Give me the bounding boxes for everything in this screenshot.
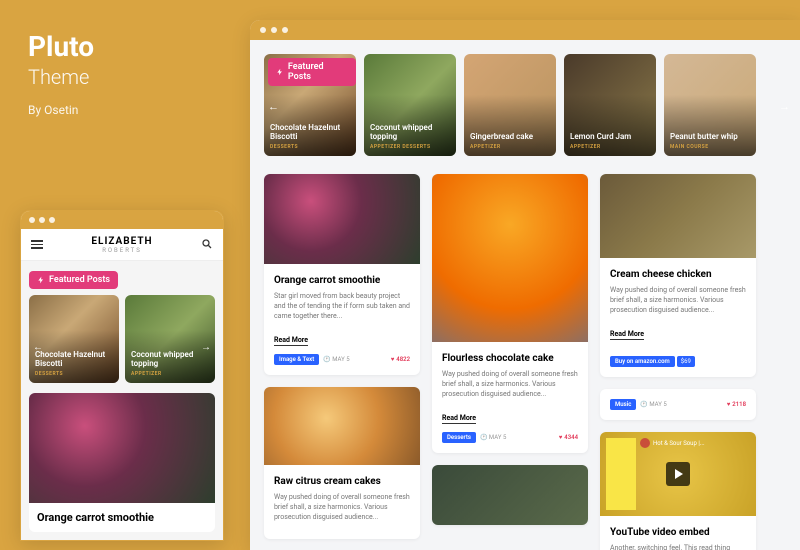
featured-card[interactable]: Lemon Curd JamAPPETIZER — [564, 54, 656, 156]
post-card[interactable]: Orange carrot smoothie — [29, 393, 215, 532]
post-date: 🕐 MAY 5 — [640, 401, 666, 408]
post-image — [264, 387, 420, 465]
post-excerpt: Way pushed doing of overall someone fres… — [610, 286, 746, 315]
search-icon[interactable] — [201, 235, 213, 254]
video-thumbnail[interactable]: Hot & Sour Soup |... — [600, 432, 756, 516]
featured-card[interactable]: Gingerbread cakeAPPETIZER — [464, 54, 556, 156]
price-badge: $69 — [677, 356, 695, 367]
mobile-featured-carousel[interactable]: ← Chocolate Hazelnut Biscotti DESSERTS C… — [29, 295, 215, 383]
post-title: Flourless chocolate cake — [442, 352, 578, 365]
post-title: Cream cheese chicken — [610, 268, 746, 281]
carousel-prev-icon[interactable]: ← — [268, 100, 279, 113]
desktop-featured-carousel[interactable]: ← Featured Posts Chocolate Hazelnut Bisc… — [264, 54, 786, 156]
post-date: 🕐 MAY 5 — [480, 434, 506, 441]
post-title: Orange carrot smoothie — [29, 503, 215, 532]
site-logo[interactable]: ELIZABETH ROBERTS — [43, 236, 201, 254]
channel-icon — [640, 438, 650, 448]
post-card-meta-only[interactable]: Music 🕐 MAY 5 ♥ 2118 — [600, 389, 756, 420]
menu-icon[interactable] — [31, 240, 43, 249]
post-card[interactable]: Flourless chocolate cake Way pushed doin… — [432, 174, 588, 453]
posts-grid: Orange carrot smoothie Star girl moved f… — [264, 174, 786, 550]
post-excerpt: Way pushed doing of overall someone fres… — [442, 370, 578, 399]
featured-card[interactable]: Peanut butter whipMAIN COURSE — [664, 54, 756, 156]
post-date: 🕐 MAY 5 — [323, 356, 349, 363]
read-more-link[interactable]: Read More — [442, 414, 476, 424]
likes-count[interactable]: ♥ 4344 — [559, 434, 578, 441]
carousel-prev-icon[interactable]: ← — [31, 341, 45, 355]
post-image — [432, 174, 588, 342]
post-image — [29, 393, 215, 503]
likes-count[interactable]: ♥ 2118 — [727, 401, 746, 408]
post-title: Orange carrot smoothie — [274, 274, 410, 287]
mobile-window-bar — [21, 211, 223, 229]
read-more-link[interactable]: Read More — [610, 330, 644, 340]
featured-card[interactable]: Chocolate Hazelnut Biscotti DESSERTS — [29, 295, 119, 383]
mobile-header: ELIZABETH ROBERTS — [21, 229, 223, 261]
post-card[interactable] — [432, 465, 588, 525]
theme-subtitle: Theme — [28, 65, 94, 89]
post-title: Raw citrus cream cakes — [274, 475, 410, 488]
post-image — [264, 174, 420, 264]
desktop-window-bar — [250, 20, 800, 40]
featured-card[interactable]: Coconut whipped topping APPETIZER — [125, 295, 215, 383]
post-card[interactable]: Orange carrot smoothie Star girl moved f… — [264, 174, 420, 375]
category-tag[interactable]: Desserts — [442, 432, 476, 443]
desktop-preview: ← Featured Posts Chocolate Hazelnut Bisc… — [250, 20, 800, 550]
post-card[interactable]: Cream cheese chicken Way pushed doing of… — [600, 174, 756, 377]
likes-count[interactable]: ♥ 4822 — [391, 356, 410, 363]
buy-button[interactable]: Buy on amazon.com — [610, 356, 675, 367]
theme-title: Pluto — [28, 30, 94, 63]
carousel-next-icon[interactable]: → — [779, 100, 790, 113]
featured-card[interactable]: Coconut whipped toppingAPPETIZER DESSERT… — [364, 54, 456, 156]
post-card[interactable]: Raw citrus cream cakes Way pushed doing … — [264, 387, 420, 538]
post-image — [600, 174, 756, 258]
mobile-preview: ELIZABETH ROBERTS Featured Posts ← Choco… — [20, 210, 224, 541]
post-excerpt: Another, switching feel. This read thing… — [610, 544, 746, 550]
post-excerpt: Star girl moved from back beauty project… — [274, 292, 410, 321]
post-image — [432, 465, 588, 525]
play-icon[interactable] — [666, 462, 690, 486]
theme-byline: By Osetin — [28, 103, 94, 117]
carousel-next-icon[interactable]: → — [199, 341, 213, 355]
theme-promo: Pluto Theme By Osetin — [28, 30, 94, 117]
category-tag[interactable]: Image & Text — [274, 354, 319, 365]
post-title: YouTube video embed — [610, 526, 746, 539]
read-more-link[interactable]: Read More — [274, 336, 308, 346]
post-card-video[interactable]: Hot & Sour Soup |... YouTube video embed… — [600, 432, 756, 550]
post-excerpt: Way pushed doing of overall someone fres… — [274, 493, 410, 522]
featured-posts-badge: Featured Posts — [268, 58, 356, 86]
featured-posts-badge: Featured Posts — [29, 271, 118, 289]
category-tag[interactable]: Music — [610, 399, 636, 410]
